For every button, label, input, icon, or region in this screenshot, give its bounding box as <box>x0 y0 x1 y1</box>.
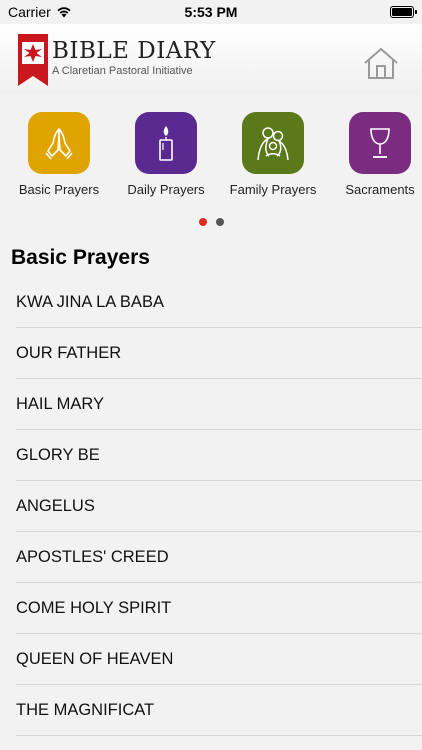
list-item-label: QUEEN OF HEAVEN <box>16 650 174 668</box>
list-item[interactable]: THE MAGNIFICAT <box>0 685 422 736</box>
praying-hands-icon <box>45 128 73 160</box>
battery-fill <box>392 8 412 16</box>
list-item-label: OUR FATHER <box>16 344 122 362</box>
candle-icon <box>159 126 173 161</box>
category-label: Sacraments <box>345 182 415 197</box>
list-item-label: GLORY BE <box>16 446 100 464</box>
list-item-label: ANGELUS <box>16 497 95 515</box>
list-item-label: APOSTLES' CREED <box>16 548 169 566</box>
home-icon[interactable] <box>362 46 400 80</box>
category-sacraments[interactable]: Sacraments <box>325 112 422 197</box>
category-icon-tile <box>349 112 411 174</box>
category-basic-prayers[interactable]: Basic Prayers <box>4 112 114 197</box>
list-item-label: COME HOLY SPIRIT <box>16 599 172 617</box>
list-item[interactable]: OUR FATHER <box>0 328 422 379</box>
list-item-label: KWA JINA LA BABA <box>16 293 164 311</box>
category-icon-tile <box>242 112 304 174</box>
category-icon-tile <box>28 112 90 174</box>
prayer-list: KWA JINA LA BABA OUR FATHER HAIL MARY GLORY… <box>0 277 422 736</box>
page-indicator[interactable] <box>0 218 422 226</box>
category-label: Daily Prayers <box>127 182 205 197</box>
app-header: BIBLE DIARY A Claretian Pastoral Initiat… <box>0 24 422 94</box>
list-item-label: HAIL MARY <box>16 395 105 413</box>
category-label: Basic Prayers <box>18 182 100 197</box>
chalice-icon <box>370 128 390 158</box>
list-item-label: THE MAGNIFICAT <box>16 701 155 719</box>
category-daily-prayers[interactable]: Daily Prayers <box>111 112 221 197</box>
app-logo[interactable]: BIBLE DIARY A Claretian Pastoral Initiat… <box>18 34 216 86</box>
category-family-prayers[interactable]: Family Prayers <box>218 112 328 197</box>
wifi-icon <box>57 7 71 18</box>
list-item[interactable]: ANGELUS <box>0 481 422 532</box>
status-bar: Carrier 5:53 PM <box>0 0 422 24</box>
list-item[interactable]: COME HOLY SPIRIT <box>0 583 422 634</box>
list-item[interactable]: APOSTLES' CREED <box>0 532 422 583</box>
holy-family-icon <box>257 127 289 161</box>
logo-text: BIBLE DIARY A Claretian Pastoral Initiat… <box>52 38 216 78</box>
app-subtitle: A Claretian Pastoral Initiative <box>52 65 193 77</box>
carrier-label: Carrier <box>8 4 51 20</box>
list-item[interactable]: GLORY BE <box>0 430 422 481</box>
battery-icon <box>390 6 417 18</box>
page-dot[interactable] <box>215 218 224 226</box>
list-item[interactable]: KWA JINA LA BABA <box>0 277 422 328</box>
status-left: Carrier <box>8 4 72 20</box>
cross-flag-icon <box>18 34 48 86</box>
category-carousel[interactable]: Basic Prayers Daily Prayers Family Praye… <box>0 112 422 202</box>
list-item[interactable]: QUEEN OF HEAVEN <box>0 634 422 685</box>
section-title: Basic Prayers <box>11 246 150 269</box>
category-icon-tile <box>135 112 197 174</box>
app-title: BIBLE DIARY <box>52 38 216 64</box>
page-dot[interactable] <box>198 218 207 226</box>
list-item[interactable]: HAIL MARY <box>0 379 422 430</box>
category-label: Family Prayers <box>229 182 317 197</box>
